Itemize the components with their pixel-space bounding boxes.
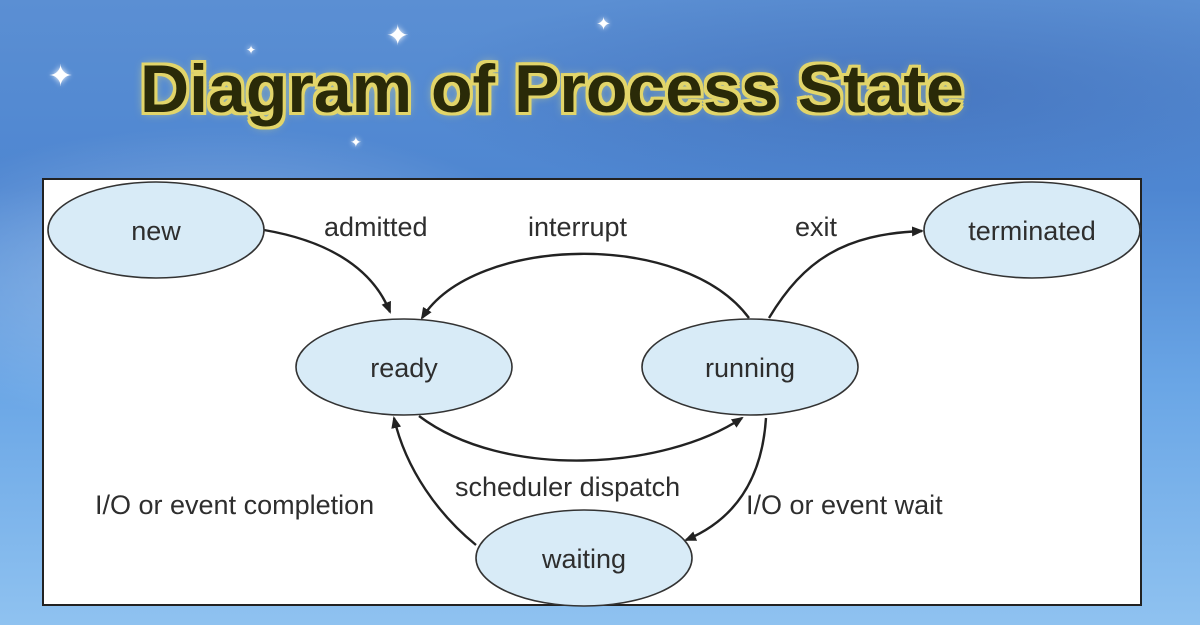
label-interrupt: interrupt [528, 212, 628, 242]
state-terminated: terminated [923, 181, 1141, 279]
edge-admitted [263, 228, 392, 314]
sparkle-icon: ✦ [48, 59, 74, 94]
state-terminated-label: terminated [968, 216, 1096, 246]
state-ready-label: ready [370, 353, 438, 383]
edge-interrupt [420, 252, 750, 320]
label-admitted: admitted [324, 212, 428, 242]
sparkle-icon: ✦ [386, 19, 410, 52]
slide-title: Diagram of Process State [140, 51, 964, 127]
state-running-label: running [705, 353, 795, 383]
state-running: running [641, 318, 859, 416]
label-exit: exit [795, 212, 838, 242]
edge-scheduler-dispatch [418, 415, 744, 462]
process-state-diagram: new ready running waiting terminated adm… [47, 181, 1141, 607]
edge-exit [767, 226, 924, 319]
state-waiting-label: waiting [541, 544, 626, 574]
sparkle-icon: ✦ [350, 135, 362, 151]
state-new-label: new [131, 216, 181, 246]
state-waiting: waiting [475, 509, 693, 607]
state-ready: ready [295, 318, 513, 416]
sparkle-icon: ✦ [596, 14, 612, 35]
diagram-panel: new ready running waiting terminated adm… [42, 178, 1142, 607]
label-io-event-completion: I/O or event completion [95, 490, 374, 520]
label-scheduler-dispatch: scheduler dispatch [455, 472, 680, 502]
state-new: new [47, 181, 265, 279]
edge-io-event-wait [684, 417, 768, 542]
label-io-event-wait: I/O or event wait [746, 490, 943, 520]
